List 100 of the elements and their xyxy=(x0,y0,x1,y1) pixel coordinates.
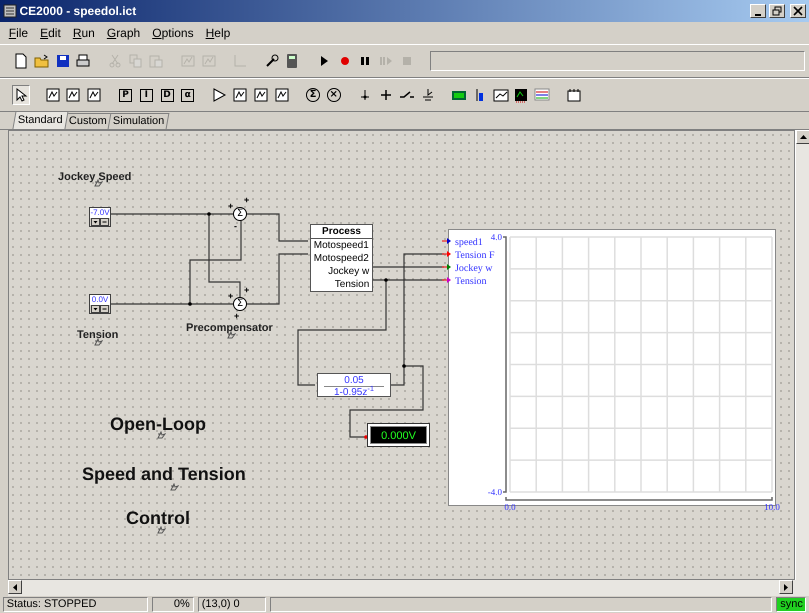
legend-label: Tension F xyxy=(455,249,495,262)
scroll-up-button[interactable] xyxy=(796,130,809,144)
marker-icon xyxy=(94,338,103,346)
palette-button[interactable]: I xyxy=(137,85,156,105)
block-icon xyxy=(232,87,248,103)
up-arrow-icon xyxy=(800,135,806,139)
menu-item[interactable]: Help xyxy=(200,22,236,44)
menu-item[interactable]: Edit xyxy=(34,22,67,44)
source-value: 0.0V xyxy=(90,295,110,305)
axes-icon xyxy=(232,53,248,69)
denominator: 1-0.95z$^{-1}$ xyxy=(332,387,376,398)
block-icon xyxy=(65,87,82,103)
scroll-left-button[interactable] xyxy=(8,580,22,594)
app-icon xyxy=(2,4,17,18)
close-icon xyxy=(793,6,804,16)
wire xyxy=(247,213,308,242)
progress-text: 0% xyxy=(152,597,194,612)
transfer-function-block[interactable]: 0.05 1-0.95z$^{-1}$ xyxy=(317,373,391,397)
sign-label: + xyxy=(228,292,234,301)
block-icon xyxy=(44,87,60,103)
block-title: Process xyxy=(311,225,372,239)
right-arrow-icon xyxy=(784,584,788,590)
tab[interactable]: Standard xyxy=(12,111,68,129)
input-port-label: Motospeed1 xyxy=(312,239,370,252)
scope-icon xyxy=(492,87,508,103)
summing-junction: Σ xyxy=(233,297,247,311)
block-caption: Jockey Speed xyxy=(58,171,132,183)
sign-label: + xyxy=(244,286,250,295)
block-icon xyxy=(86,87,102,103)
source-value: -7.0V xyxy=(90,208,110,218)
window-title: CE2000 - speedol.ict xyxy=(20,3,136,20)
axis-tick-label: 4.0 xyxy=(490,231,502,244)
palette-button[interactable]: P xyxy=(116,85,134,105)
block-caption: Precompensator xyxy=(186,322,273,334)
block-icon xyxy=(274,87,290,103)
wrench-icon xyxy=(264,53,280,69)
plot-icon xyxy=(534,87,550,103)
display-icon xyxy=(513,87,530,103)
block-icon xyxy=(180,53,196,69)
restore-button[interactable] xyxy=(768,4,785,18)
triangle-icon xyxy=(211,87,228,103)
voltage-source[interactable]: 0.0V xyxy=(89,294,111,314)
menu-item[interactable]: File xyxy=(2,22,34,44)
status-text: Status: STOPPED xyxy=(2,597,148,612)
marker-icon xyxy=(170,483,179,491)
block-icon xyxy=(252,87,269,103)
summing-junction: Σ xyxy=(233,207,247,221)
left-arrow-icon xyxy=(13,584,17,590)
junction-dot xyxy=(188,302,192,306)
vertical-scrollbar[interactable] xyxy=(795,130,809,580)
minimize-button[interactable] xyxy=(750,4,766,18)
axis-tick-label: 0.0 xyxy=(504,501,516,514)
cursor-position: (13,0) 0 xyxy=(198,597,266,612)
voltmeter-display: 0.000V xyxy=(370,426,427,444)
voltage-source[interactable]: -7.0V xyxy=(89,207,111,227)
close-button[interactable] xyxy=(790,4,806,18)
menu-item[interactable]: Run xyxy=(66,22,101,44)
legend-label: Tension xyxy=(455,275,487,288)
copy-icon xyxy=(128,53,144,69)
palette-button[interactable]: α xyxy=(178,85,197,105)
paste-icon xyxy=(148,53,164,69)
legend-label: Jockey w xyxy=(455,262,492,275)
block-icon xyxy=(200,53,216,69)
menu-item[interactable]: Options xyxy=(146,22,200,44)
diagram-heading: Speed and Tension xyxy=(82,465,246,484)
diagram-heading: Open-Loop xyxy=(110,415,206,434)
horizontal-scrollbar[interactable] xyxy=(8,580,809,596)
decrement-button[interactable] xyxy=(91,305,100,313)
save-icon xyxy=(54,53,70,69)
notepad-icon xyxy=(566,87,582,103)
diagram-heading: Control xyxy=(126,509,190,528)
sign-label: - xyxy=(234,222,237,231)
restore-icon xyxy=(772,6,782,16)
axis-tick-label: -4.0 xyxy=(488,486,502,499)
minimize-icon xyxy=(755,14,761,16)
plus-icon xyxy=(378,87,394,103)
menu-item[interactable]: Graph xyxy=(100,22,146,44)
decrement-button[interactable] xyxy=(91,218,100,226)
tab[interactable]: Simulation xyxy=(107,113,170,129)
pointer-tool[interactable] xyxy=(12,85,30,105)
block-caption: Tension xyxy=(77,329,118,341)
minus-button[interactable] xyxy=(100,218,109,226)
palette-button[interactable]: D xyxy=(158,85,176,105)
scroll-right-button[interactable] xyxy=(779,580,793,594)
sign-label: + xyxy=(228,202,234,211)
numerator: 0.05 xyxy=(324,375,384,387)
process-block[interactable]: Process Motospeed1 Motospeed2 Jockey w Tension xyxy=(310,224,373,292)
open-folder-icon xyxy=(34,53,50,69)
toolbar-field[interactable] xyxy=(430,51,805,71)
axis-tick-label: 10.0 xyxy=(764,501,780,514)
sign-label: + xyxy=(244,196,250,205)
minus-button[interactable] xyxy=(100,305,109,313)
output-port-label: Jockey w xyxy=(327,265,370,278)
input-port-label: Motospeed2 xyxy=(312,252,370,265)
sync-indicator: sync xyxy=(776,597,806,612)
junction-dot xyxy=(402,364,406,368)
scissors-icon xyxy=(106,53,123,69)
marker-icon xyxy=(157,526,166,534)
new-file-icon xyxy=(13,53,29,69)
junction-dot xyxy=(384,278,388,282)
